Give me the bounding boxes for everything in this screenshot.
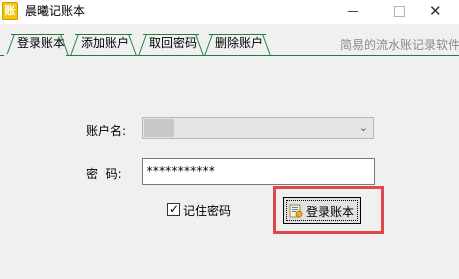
login-icon <box>289 204 303 218</box>
minimize-icon <box>348 11 358 12</box>
login-button[interactable]: 登录账本 <box>283 197 361 224</box>
check-icon: ✓ <box>169 202 180 216</box>
account-select[interactable]: ⌄ <box>142 117 374 139</box>
account-value <box>144 119 174 137</box>
remember-password-label[interactable]: 记住密码 <box>183 202 231 219</box>
maximize-icon <box>394 6 405 17</box>
tab-label: 取回密码 <box>149 36 198 50</box>
ledger-app-icon: 账 <box>2 2 18 20</box>
close-button[interactable]: ✕ <box>413 0 459 24</box>
remember-password-checkbox[interactable]: ✓ <box>167 202 180 216</box>
minimize-button[interactable] <box>330 0 376 24</box>
title-bar: 账 晨曦记账本 ✕ <box>0 0 459 24</box>
tab-login[interactable]: 登录账本 <box>4 33 70 56</box>
chevron-down-icon[interactable]: ⌄ <box>359 120 368 136</box>
window-title: 晨曦记账本 <box>25 4 86 18</box>
tab-label: 登录账本 <box>17 36 66 50</box>
tab-label: 删除账户 <box>215 36 264 50</box>
tab-label: 添加账户 <box>81 36 130 50</box>
tab-delete-account[interactable]: 删除账户 <box>202 33 272 56</box>
account-label: 账户名: <box>86 124 127 138</box>
slogan-text: 简易的流水账记录软件 <box>340 38 459 52</box>
password-label: 密 码: <box>86 167 122 181</box>
tab-add-account[interactable]: 添加账户 <box>68 33 138 56</box>
login-button-label: 登录账本 <box>306 205 355 219</box>
password-field[interactable]: *********** <box>142 158 375 185</box>
tab-recover-password[interactable]: 取回密码 <box>136 33 205 56</box>
close-icon: ✕ <box>429 2 442 20</box>
